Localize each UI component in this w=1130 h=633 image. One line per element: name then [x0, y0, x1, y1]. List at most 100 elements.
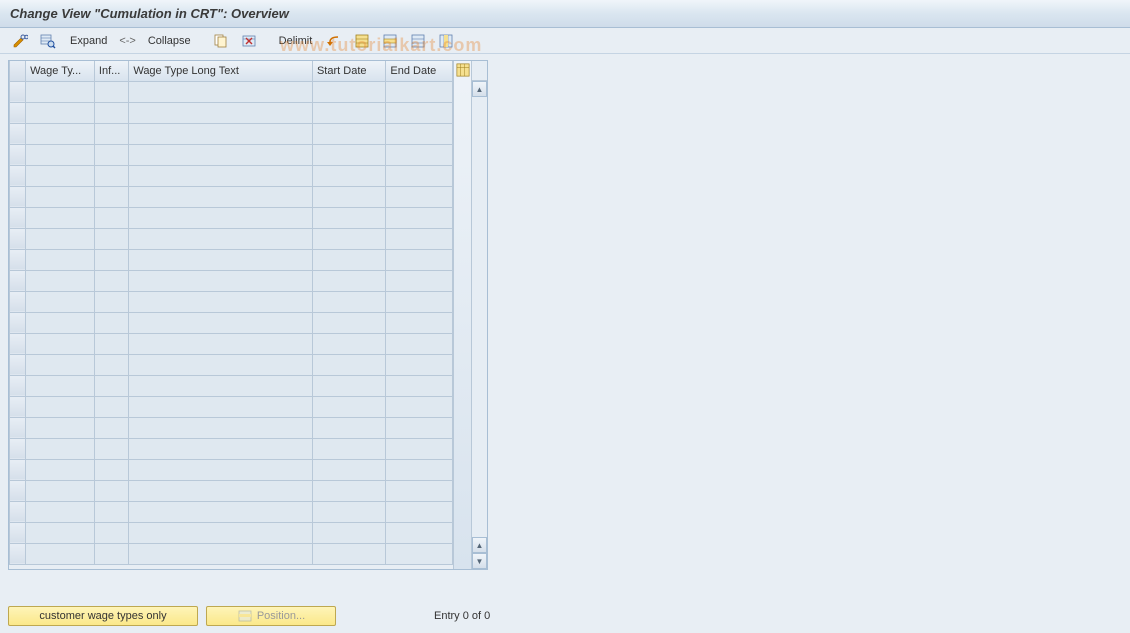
table-cell[interactable]	[386, 438, 453, 459]
table-cell[interactable]	[386, 459, 453, 480]
table-cell[interactable]	[94, 249, 128, 270]
table-cell[interactable]	[386, 543, 453, 564]
table-row[interactable]	[10, 123, 453, 144]
table-cell[interactable]	[129, 102, 313, 123]
row-selector[interactable]	[10, 417, 26, 438]
table-cell[interactable]	[129, 186, 313, 207]
table-cell[interactable]	[26, 228, 95, 249]
table-cell[interactable]	[94, 102, 128, 123]
table-cell[interactable]	[129, 543, 313, 564]
table-cell[interactable]	[312, 249, 385, 270]
table-cell[interactable]	[94, 543, 128, 564]
row-selector[interactable]	[10, 375, 26, 396]
table-cell[interactable]	[129, 144, 313, 165]
table-cell[interactable]	[94, 354, 128, 375]
table-cell[interactable]	[129, 123, 313, 144]
table-row[interactable]	[10, 291, 453, 312]
table-row[interactable]	[10, 459, 453, 480]
row-selector[interactable]	[10, 480, 26, 501]
table-cell[interactable]	[26, 186, 95, 207]
table-row[interactable]	[10, 480, 453, 501]
row-selector-header[interactable]	[10, 61, 26, 81]
table-cell[interactable]	[94, 417, 128, 438]
table-cell[interactable]	[129, 81, 313, 102]
table-row[interactable]	[10, 375, 453, 396]
row-selector[interactable]	[10, 522, 26, 543]
table-cell[interactable]	[312, 417, 385, 438]
table-cell[interactable]	[26, 81, 95, 102]
table-cell[interactable]	[386, 291, 453, 312]
delete-button[interactable]	[237, 31, 261, 51]
table-cell[interactable]	[129, 417, 313, 438]
table-row[interactable]	[10, 270, 453, 291]
table-cell[interactable]	[94, 144, 128, 165]
table-cell[interactable]	[312, 102, 385, 123]
table-cell[interactable]	[312, 165, 385, 186]
table-cell[interactable]	[312, 270, 385, 291]
table-cell[interactable]	[386, 375, 453, 396]
table-cell[interactable]	[94, 291, 128, 312]
table-cell[interactable]	[26, 522, 95, 543]
delimit-button[interactable]: Delimit	[273, 31, 319, 51]
scroll-up-button[interactable]: ▲	[472, 81, 487, 97]
table-cell[interactable]	[129, 459, 313, 480]
table-row[interactable]	[10, 501, 453, 522]
table-cell[interactable]	[312, 312, 385, 333]
table-cell[interactable]	[386, 144, 453, 165]
table-cell[interactable]	[386, 480, 453, 501]
row-selector[interactable]	[10, 459, 26, 480]
table-cell[interactable]	[26, 123, 95, 144]
expand-button[interactable]: Expand	[64, 31, 113, 51]
table-settings-button[interactable]	[434, 31, 458, 51]
table-cell[interactable]	[129, 312, 313, 333]
table-cell[interactable]	[129, 291, 313, 312]
table-row[interactable]	[10, 522, 453, 543]
table-cell[interactable]	[312, 522, 385, 543]
table-cell[interactable]	[26, 102, 95, 123]
table-row[interactable]	[10, 249, 453, 270]
table-cell[interactable]	[129, 501, 313, 522]
table-cell[interactable]	[26, 417, 95, 438]
row-selector[interactable]	[10, 144, 26, 165]
table-cell[interactable]	[312, 459, 385, 480]
table-cell[interactable]	[26, 270, 95, 291]
column-header-inf[interactable]: Inf...	[94, 61, 128, 81]
table-cell[interactable]	[94, 480, 128, 501]
deselect-all-button[interactable]	[406, 31, 430, 51]
table-cell[interactable]	[94, 459, 128, 480]
collapse-button[interactable]: Collapse	[142, 31, 197, 51]
table-cell[interactable]	[312, 375, 385, 396]
details-button[interactable]	[36, 31, 60, 51]
position-button[interactable]: Position...	[206, 606, 336, 626]
table-cell[interactable]	[26, 354, 95, 375]
column-header-wage-type[interactable]: Wage Ty...	[26, 61, 95, 81]
column-header-long-text[interactable]: Wage Type Long Text	[129, 61, 313, 81]
row-selector[interactable]	[10, 81, 26, 102]
column-header-end-date[interactable]: End Date	[386, 61, 453, 81]
table-cell[interactable]	[26, 396, 95, 417]
table-cell[interactable]	[94, 312, 128, 333]
table-cell[interactable]	[26, 459, 95, 480]
table-cell[interactable]	[386, 207, 453, 228]
table-cell[interactable]	[312, 186, 385, 207]
row-selector[interactable]	[10, 249, 26, 270]
table-cell[interactable]	[386, 270, 453, 291]
table-cell[interactable]	[94, 165, 128, 186]
row-selector[interactable]	[10, 396, 26, 417]
table-cell[interactable]	[312, 480, 385, 501]
table-cell[interactable]	[312, 333, 385, 354]
column-header-start-date[interactable]: Start Date	[312, 61, 385, 81]
table-row[interactable]	[10, 543, 453, 564]
vertical-scrollbar[interactable]: ▲ ▲ ▼	[471, 61, 487, 569]
customer-wage-types-button[interactable]: customer wage types only	[8, 606, 198, 626]
row-selector[interactable]	[10, 228, 26, 249]
table-cell[interactable]	[94, 333, 128, 354]
table-cell[interactable]	[94, 186, 128, 207]
table-cell[interactable]	[26, 480, 95, 501]
row-selector[interactable]	[10, 312, 26, 333]
row-selector[interactable]	[10, 270, 26, 291]
table-cell[interactable]	[94, 228, 128, 249]
undo-button[interactable]	[322, 31, 346, 51]
table-row[interactable]	[10, 207, 453, 228]
table-cell[interactable]	[386, 501, 453, 522]
